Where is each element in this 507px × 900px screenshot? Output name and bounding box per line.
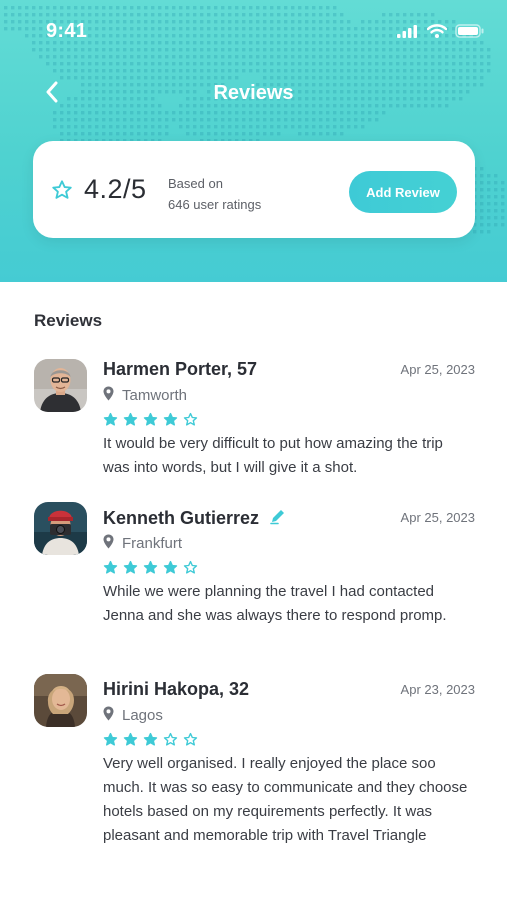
avatar[interactable] [34, 359, 87, 412]
wifi-icon [426, 24, 448, 43]
reviewer-name: Hirini Hakopa, 32 [103, 679, 249, 700]
review-date: Apr 25, 2023 [400, 510, 475, 525]
star-filled-icon [103, 732, 118, 752]
star-empty-icon [163, 732, 178, 752]
location-pin-icon [103, 534, 114, 553]
reviewer-name-text: Harmen Porter, 57 [103, 359, 258, 379]
star-outline-icon [51, 179, 73, 206]
review-text: While we were planning the travel I had … [103, 583, 447, 624]
reviewer-location: Frankfurt [103, 534, 182, 553]
avatar[interactable] [34, 502, 87, 555]
status-time: 9:41 [46, 20, 88, 42]
pencil-icon [269, 507, 287, 530]
signal-icon [397, 24, 419, 43]
location-text: Frankfurt [122, 535, 183, 552]
reviewer-location: Tamworth [103, 386, 187, 405]
star-rating [103, 560, 198, 580]
reviewer-name-text: Hirini Hakopa, 32 [103, 679, 250, 699]
status-icons [397, 24, 485, 43]
ratings-count: 646 user ratings [168, 197, 262, 212]
average-rating: 4.2/5 [84, 174, 147, 204]
avatar[interactable] [34, 674, 87, 727]
rating-summary-card: 4.2/5 Based on 646 user ratings Add Revi… [33, 141, 475, 238]
add-review-button[interactable]: Add Review [349, 171, 457, 213]
reviewer-name-text: Kenneth Gutierrez [103, 508, 260, 528]
page-title: Reviews [213, 82, 294, 104]
location-text: Lagos [122, 707, 163, 724]
star-filled-icon [143, 412, 158, 432]
battery-icon [455, 24, 485, 43]
reviewer-location: Lagos [103, 706, 163, 725]
star-filled-icon [143, 560, 158, 580]
star-filled-icon [163, 412, 178, 432]
reviewer-name: Kenneth Gutierrez [103, 507, 287, 530]
star-empty-icon [183, 732, 198, 752]
reviewer-name: Harmen Porter, 57 [103, 359, 257, 380]
review-text: It would be very difficult to put how am… [103, 435, 443, 476]
star-filled-icon [103, 412, 118, 432]
star-empty-icon [183, 560, 198, 580]
star-filled-icon [143, 732, 158, 752]
star-filled-icon [163, 560, 178, 580]
star-filled-icon [123, 412, 138, 432]
review-text: Very well organised. I really enjoyed th… [103, 755, 468, 844]
star-rating [103, 412, 198, 432]
star-empty-icon [183, 412, 198, 432]
rating-count-text: Based on 646 user ratings [168, 173, 261, 215]
star-filled-icon [103, 560, 118, 580]
location-pin-icon [103, 386, 114, 405]
location-text: Tamworth [122, 387, 188, 404]
status-bar: 9:41 [0, 0, 507, 60]
star-filled-icon [123, 560, 138, 580]
location-pin-icon [103, 706, 114, 725]
star-rating [103, 732, 198, 752]
star-filled-icon [123, 732, 138, 752]
based-on-label: Based on [168, 176, 223, 191]
review-date: Apr 25, 2023 [400, 362, 475, 377]
reviews-section-title: Reviews [34, 311, 103, 330]
review-date: Apr 23, 2023 [400, 682, 475, 697]
